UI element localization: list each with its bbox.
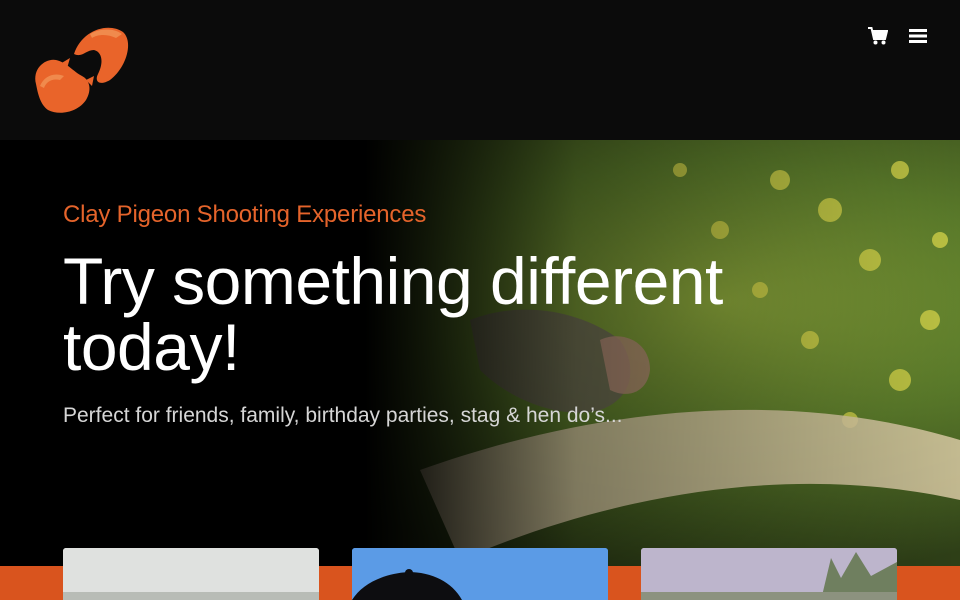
logo-link[interactable] bbox=[30, 24, 130, 116]
hero-headline-line2: today! bbox=[63, 310, 240, 384]
site-header bbox=[0, 0, 960, 140]
person-with-cap-sky-photo bbox=[352, 548, 608, 600]
menu-button[interactable] bbox=[908, 26, 928, 46]
trees-landscape-photo bbox=[641, 548, 897, 600]
experience-card-3[interactable] bbox=[641, 548, 897, 600]
experience-card-2[interactable] bbox=[352, 548, 608, 600]
experience-card-1[interactable] bbox=[63, 548, 319, 600]
cart-button[interactable] bbox=[868, 26, 888, 46]
clay-pigeon-logo-icon bbox=[35, 27, 129, 113]
hero-section: Clay Pigeon Shooting Experiences Try som… bbox=[0, 140, 960, 600]
hero-headline-line1: Try something different bbox=[63, 244, 723, 318]
outdoor-field-photo bbox=[63, 548, 319, 600]
hero-headline: Try something different today! bbox=[63, 248, 763, 380]
hamburger-menu-icon bbox=[909, 29, 927, 43]
hero-subtext: Perfect for friends, family, birthday pa… bbox=[63, 404, 623, 427]
hero-content: Clay Pigeon Shooting Experiences Try som… bbox=[63, 200, 763, 430]
cart-icon bbox=[868, 27, 888, 45]
hero-eyebrow: Clay Pigeon Shooting Experiences bbox=[63, 201, 427, 228]
